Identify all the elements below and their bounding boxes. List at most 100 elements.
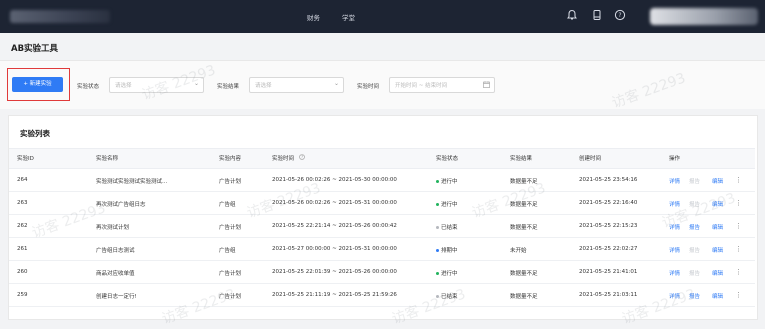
edit-link[interactable]: 编辑 [712,269,723,277]
cell-result: 数据量不足 [510,225,538,231]
cell-time: 2021-05-25 22:01:39 ~ 2021-05-26 00:00:0… [272,269,397,275]
table-header [9,148,755,169]
status-text: 已结束 [441,294,458,300]
blurred-user-area [650,8,758,25]
calendar-icon [483,81,490,88]
nav-item-academy[interactable]: 学堂 [342,12,355,22]
cell-id: 262 [17,223,28,229]
cell-content: 广告计划 [219,294,242,300]
time-range-placeholder: 开始时间 ~ 结束时间 [395,83,448,89]
svg-text:?: ? [618,12,621,19]
time-filter-label: 实验时间 [357,84,380,90]
cell-created: 2021-05-25 22:16:40 [579,200,638,206]
edit-link[interactable]: 编辑 [712,292,723,300]
new-experiment-button[interactable]: + 新建实验 [12,77,63,92]
cell-name: 商品对应收单值 [96,271,135,277]
status-dot-icon [436,180,439,183]
blurred-brand-area [10,10,110,23]
cell-id: 260 [17,269,28,275]
edit-link[interactable]: 编辑 [712,246,723,254]
report-link[interactable]: 报告 [689,269,700,277]
svg-text:?: ? [301,155,303,160]
cell-id: 263 [17,200,28,206]
detail-link[interactable]: 详情 [669,246,680,254]
status-dot-icon [436,226,439,229]
status-text: 进行中 [441,179,458,185]
detail-link[interactable]: 详情 [669,223,680,231]
cell-result: 未开始 [510,248,527,254]
report-link[interactable]: 报告 [689,246,700,254]
cell-content: 广告组 [219,202,236,208]
cell-status: 进行中 [436,200,458,208]
cell-result: 数据量不足 [510,179,538,185]
time-range-picker[interactable]: 开始时间 ~ 结束时间 [389,77,495,93]
more-actions-icon[interactable]: ⋮ [735,199,742,207]
cell-id: 264 [17,177,28,183]
detail-link[interactable]: 详情 [669,269,680,277]
cell-time: 2021-05-27 00:00:00 ~ 2021-05-31 00:00:0… [272,246,397,252]
result-select-placeholder: 请选择 [255,83,272,89]
cell-created: 2021-05-25 22:02:27 [579,246,638,252]
cell-status: 进行中 [436,177,458,185]
column-header-result: 实验结果 [510,156,533,162]
chevron-down-icon: ⌄ [333,80,339,87]
cell-name: 创建日志一定行! [96,294,137,300]
cell-time: 2021-05-25 21:11:19 ~ 2021-05-25 21:59:2… [272,292,397,298]
result-filter-label: 实验结果 [217,84,240,90]
cell-content: 广告计划 [219,179,242,185]
cell-created: 2021-05-25 21:03:11 [579,292,638,298]
detail-link[interactable]: 详情 [669,177,680,185]
cell-result: 数据量不足 [510,202,538,208]
edit-link[interactable]: 编辑 [712,200,723,208]
status-select[interactable]: 请选择 ⌄ [109,77,204,93]
more-actions-icon[interactable]: ⋮ [735,268,742,276]
mobile-icon[interactable] [591,9,603,21]
bell-icon[interactable] [566,9,578,21]
cell-status: 进行中 [436,269,458,277]
help-icon[interactable]: ? [614,9,626,21]
status-dot-icon [436,249,439,252]
cell-content: 广告组 [219,248,236,254]
report-link[interactable]: 报告 [689,292,700,300]
cell-created: 2021-05-25 21:41:01 [579,269,638,275]
edit-link[interactable]: 编辑 [712,177,723,185]
status-text: 排期中 [441,248,458,254]
cell-id: 261 [17,246,28,252]
column-header-status: 实验状态 [436,156,459,162]
more-actions-icon[interactable]: ⋮ [735,176,742,184]
status-select-placeholder: 请选择 [115,83,132,89]
cell-time: 2021-05-26 00:02:26 ~ 2021-05-31 00:00:0… [272,200,397,206]
cell-result: 数据量不足 [510,294,538,300]
status-dot-icon [436,272,439,275]
cell-status: 已结束 [436,223,458,231]
cell-name: 再次测试计划 [96,225,130,231]
more-actions-icon[interactable]: ⋮ [735,222,742,230]
detail-link[interactable]: 详情 [669,292,680,300]
cell-created: 2021-05-25 22:15:23 [579,223,638,229]
column-header-id: 实验ID [17,156,34,162]
column-header-content: 实验内容 [219,156,242,162]
column-header-name: 实验名称 [96,156,119,162]
edit-link[interactable]: 编辑 [712,223,723,231]
result-select[interactable]: 请选择 ⌄ [249,77,344,93]
report-link[interactable]: 报告 [689,223,700,231]
status-text: 已结束 [441,225,458,231]
nav-item-finance[interactable]: 财务 [307,12,320,22]
cell-name: 广告组日志测试 [96,248,135,254]
more-actions-icon[interactable]: ⋮ [735,245,742,253]
more-actions-icon[interactable]: ⋮ [735,291,742,299]
cell-status: 已结束 [436,292,458,300]
cell-name: 实验测试实验测试实验测试... [96,179,168,185]
report-link[interactable]: 报告 [689,200,700,208]
cell-status: 排期中 [436,246,458,254]
table-title: 实验列表 [20,129,50,138]
cell-created: 2021-05-25 23:54:16 [579,177,638,183]
cell-time: 2021-05-26 00:02:26 ~ 2021-05-30 00:00:0… [272,177,397,183]
status-filter-label: 实验状态 [77,84,100,90]
status-text: 进行中 [441,271,458,277]
detail-link[interactable]: 详情 [669,200,680,208]
status-dot-icon [436,295,439,298]
report-link[interactable]: 报告 [689,177,700,185]
info-icon[interactable]: ? [299,154,305,160]
page-title: AB实验工具 [11,44,59,54]
